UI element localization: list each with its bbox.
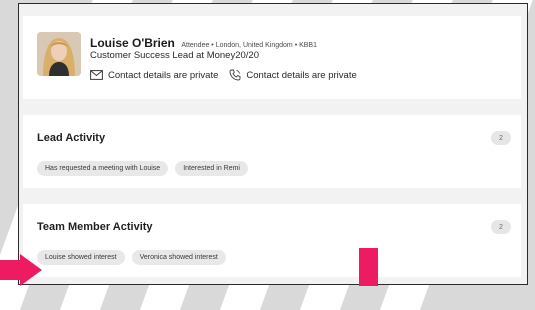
mail-icon xyxy=(90,70,103,80)
phone-icon xyxy=(229,69,241,81)
avatar xyxy=(37,32,81,76)
lead-activity-section: Lead Activity 2 Has requested a meeting … xyxy=(23,115,521,188)
lead-activity-count-badge: 2 xyxy=(491,131,511,145)
attendee-name[interactable]: Louise O'Brien xyxy=(90,36,175,50)
activity-tag[interactable]: Veronica showed interest xyxy=(131,250,226,265)
activity-tag[interactable]: Interested in Remi xyxy=(175,161,248,176)
contact-row: Contact details are private Contact deta… xyxy=(90,69,357,81)
lead-details-panel: Louise O'Brien Attendee • London, United… xyxy=(18,3,528,285)
attendee-role: Customer Success Lead at Money20/20 xyxy=(90,50,259,61)
team-member-activity-section: Team Member Activity 2 Louise showed int… xyxy=(23,204,521,277)
profile-card: Louise O'Brien Attendee • London, United… xyxy=(23,16,521,99)
team-activity-count-badge: 2 xyxy=(491,220,511,234)
lead-activity-title: Lead Activity xyxy=(37,132,106,144)
team-activity-title: Team Member Activity xyxy=(37,221,153,233)
phone-status: Contact details are private xyxy=(246,69,357,81)
activity-tag[interactable]: Louise showed interest xyxy=(37,250,125,265)
arrow-icon xyxy=(0,254,42,286)
email-status: Contact details are private xyxy=(108,69,219,81)
lead-activity-tags: Has requested a meeting with Louise Inte… xyxy=(37,161,248,176)
attendee-meta: Attendee • London, United Kingdom • KBB1 xyxy=(181,42,317,49)
team-activity-tags: Louise showed interest Veronica showed i… xyxy=(37,250,226,265)
pink-marker xyxy=(359,248,378,286)
activity-tag[interactable]: Has requested a meeting with Louise xyxy=(37,161,169,176)
